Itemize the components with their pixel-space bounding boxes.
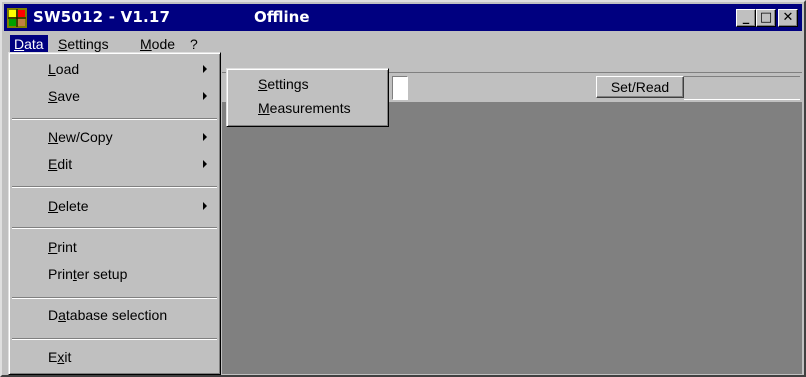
close-icon: ✕: [782, 10, 794, 25]
menu-item-load[interactable]: Load: [12, 58, 217, 80]
menu-separator: [12, 297, 217, 299]
submenu-item-measurements[interactable]: Measurements: [230, 97, 385, 119]
minimize-icon: _: [742, 10, 750, 25]
menu-item-delete[interactable]: Delete: [12, 195, 217, 217]
submenu-arrow-icon: [203, 202, 207, 210]
menu-item-new-copy[interactable]: New/Copy: [12, 126, 217, 148]
menu-separator: [12, 338, 217, 340]
menu-item-database-selection[interactable]: Database selection: [12, 304, 217, 326]
minimize-button[interactable]: _: [736, 9, 756, 27]
menu-item-printer-setup[interactable]: Printer setup: [12, 263, 217, 285]
value-field[interactable]: [392, 76, 408, 100]
submenu-arrow-icon: [203, 160, 207, 168]
menu-item-print[interactable]: Print: [12, 236, 217, 258]
app-logo-icon[interactable]: [7, 8, 27, 28]
set-read-button[interactable]: Set/Read: [596, 76, 684, 98]
close-button[interactable]: ✕: [778, 9, 798, 27]
window-title: SW5012 - V1.17: [33, 8, 171, 26]
menu-item-save[interactable]: Save: [12, 85, 217, 107]
submenu-item-settings[interactable]: Settings: [230, 73, 385, 95]
menu-separator: [12, 227, 217, 229]
submenu-arrow-icon: [203, 133, 207, 141]
maximize-button[interactable]: □: [756, 9, 776, 27]
maximize-icon: □: [759, 10, 773, 25]
menu-item-exit[interactable]: Exit: [12, 346, 217, 368]
menu-separator: [12, 186, 217, 188]
connection-status: Offline: [254, 8, 310, 26]
title-bar[interactable]: SW5012 - V1.17 Offline _ □ ✕: [4, 4, 802, 31]
menu-item-edit[interactable]: Edit: [12, 153, 217, 175]
data-menu-dropdown: Load Save New/Copy Edit Delete Print Pri…: [8, 52, 221, 375]
submenu-arrow-icon: [203, 92, 207, 100]
toolbar-panel: [684, 76, 800, 100]
menu-separator: [12, 118, 217, 120]
submenu-arrow-icon: [203, 65, 207, 73]
main-workspace: [222, 102, 802, 374]
load-submenu: Settings Measurements: [226, 68, 389, 127]
